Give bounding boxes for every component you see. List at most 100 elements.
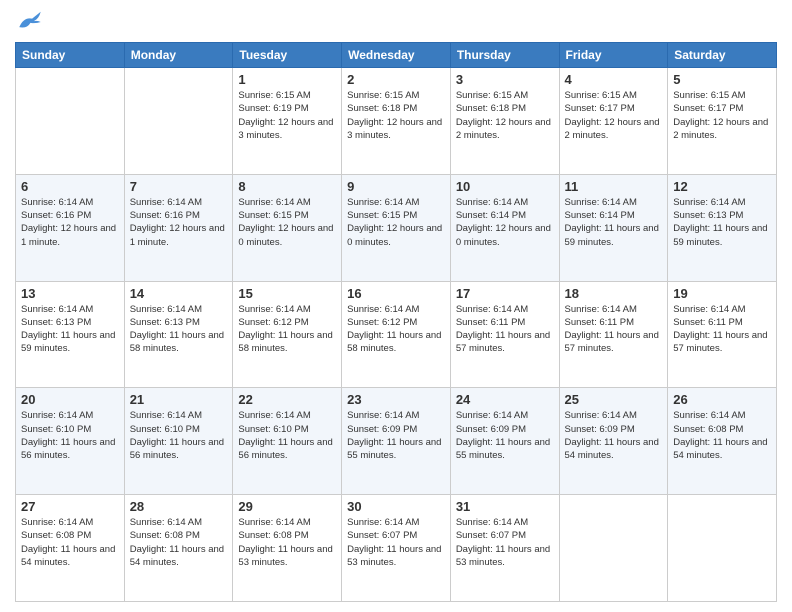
day-number: 14	[130, 286, 228, 301]
day-number: 30	[347, 499, 445, 514]
day-info: Sunrise: 6:14 AMSunset: 6:14 PMDaylight:…	[565, 196, 663, 249]
day-info: Sunrise: 6:14 AMSunset: 6:15 PMDaylight:…	[347, 196, 445, 249]
day-cell: 3 Sunrise: 6:15 AMSunset: 6:18 PMDaylight…	[450, 68, 559, 175]
day-cell: 27 Sunrise: 6:14 AMSunset: 6:08 PMDayligh…	[16, 495, 125, 602]
day-number: 26	[673, 392, 771, 407]
day-number: 22	[238, 392, 336, 407]
day-cell: 31 Sunrise: 6:14 AMSunset: 6:07 PMDayligh…	[450, 495, 559, 602]
day-number: 24	[456, 392, 554, 407]
day-number: 15	[238, 286, 336, 301]
day-cell: 15 Sunrise: 6:14 AMSunset: 6:12 PMDayligh…	[233, 281, 342, 388]
weekday-header-thursday: Thursday	[450, 43, 559, 68]
day-cell: 30Sunrise: 6:14 AMSunset: 6:07 PMDayligh…	[342, 495, 451, 602]
day-number: 10	[456, 179, 554, 194]
day-number: 9	[347, 179, 445, 194]
day-info: Sunrise: 6:14 AMSunset: 6:08 PMDaylight:…	[238, 516, 336, 569]
day-number: 19	[673, 286, 771, 301]
day-info: Sunrise: 6:14 AMSunset: 6:11 PMDaylight:…	[673, 303, 771, 356]
day-info: Sunrise: 6:14 AMSunset: 6:09 PMDaylight:…	[347, 409, 445, 462]
day-cell: 4 Sunrise: 6:15 AMSunset: 6:17 PMDaylight…	[559, 68, 668, 175]
page: SundayMondayTuesdayWednesdayThursdayFrid…	[0, 0, 792, 612]
day-cell: 7 Sunrise: 6:14 AMSunset: 6:16 PMDaylight…	[124, 174, 233, 281]
day-number: 13	[21, 286, 119, 301]
day-info: Sunrise: 6:14 AMSunset: 6:08 PMDaylight:…	[21, 516, 119, 569]
day-number: 7	[130, 179, 228, 194]
week-row-2: 6 Sunrise: 6:14 AMSunset: 6:16 PMDaylight…	[16, 174, 777, 281]
day-info: Sunrise: 6:14 AMSunset: 6:10 PMDaylight:…	[21, 409, 119, 462]
logo	[15, 10, 49, 34]
day-number: 6	[21, 179, 119, 194]
day-number: 2	[347, 72, 445, 87]
day-info: Sunrise: 6:15 AMSunset: 6:18 PMDaylight:…	[347, 89, 445, 142]
day-info: Sunrise: 6:15 AMSunset: 6:19 PMDaylight:…	[238, 89, 336, 142]
day-cell: 19 Sunrise: 6:14 AMSunset: 6:11 PMDayligh…	[668, 281, 777, 388]
day-number: 18	[565, 286, 663, 301]
day-cell: 8Sunrise: 6:14 AMSunset: 6:15 PMDaylight…	[233, 174, 342, 281]
day-info: Sunrise: 6:14 AMSunset: 6:07 PMDaylight:…	[456, 516, 554, 569]
day-cell: 18 Sunrise: 6:14 AMSunset: 6:11 PMDayligh…	[559, 281, 668, 388]
weekday-header-monday: Monday	[124, 43, 233, 68]
weekday-header-saturday: Saturday	[668, 43, 777, 68]
day-cell	[559, 495, 668, 602]
day-cell: 28 Sunrise: 6:14 AMSunset: 6:08 PMDayligh…	[124, 495, 233, 602]
week-row-5: 27 Sunrise: 6:14 AMSunset: 6:08 PMDayligh…	[16, 495, 777, 602]
week-row-3: 13 Sunrise: 6:14 AMSunset: 6:13 PMDayligh…	[16, 281, 777, 388]
day-info: Sunrise: 6:14 AMSunset: 6:13 PMDaylight:…	[21, 303, 119, 356]
day-info: Sunrise: 6:14 AMSunset: 6:16 PMDaylight:…	[21, 196, 119, 249]
day-number: 25	[565, 392, 663, 407]
day-cell: 16Sunrise: 6:14 AMSunset: 6:12 PMDayligh…	[342, 281, 451, 388]
day-cell: 22 Sunrise: 6:14 AMSunset: 6:10 PMDayligh…	[233, 388, 342, 495]
day-number: 28	[130, 499, 228, 514]
day-number: 5	[673, 72, 771, 87]
day-info: Sunrise: 6:14 AMSunset: 6:11 PMDaylight:…	[565, 303, 663, 356]
weekday-header-friday: Friday	[559, 43, 668, 68]
day-cell: 24 Sunrise: 6:14 AMSunset: 6:09 PMDayligh…	[450, 388, 559, 495]
day-info: Sunrise: 6:14 AMSunset: 6:13 PMDaylight:…	[673, 196, 771, 249]
day-number: 27	[21, 499, 119, 514]
day-info: Sunrise: 6:14 AMSunset: 6:08 PMDaylight:…	[673, 409, 771, 462]
day-cell: 23 Sunrise: 6:14 AMSunset: 6:09 PMDayligh…	[342, 388, 451, 495]
weekday-header-tuesday: Tuesday	[233, 43, 342, 68]
day-number: 11	[565, 179, 663, 194]
day-cell	[16, 68, 125, 175]
day-number: 17	[456, 286, 554, 301]
day-number: 4	[565, 72, 663, 87]
day-info: Sunrise: 6:14 AMSunset: 6:14 PMDaylight:…	[456, 196, 554, 249]
week-row-1: 1 Sunrise: 6:15 AMSunset: 6:19 PMDaylight…	[16, 68, 777, 175]
day-number: 3	[456, 72, 554, 87]
day-info: Sunrise: 6:14 AMSunset: 6:12 PMDaylight:…	[238, 303, 336, 356]
day-cell: 11 Sunrise: 6:14 AMSunset: 6:14 PMDayligh…	[559, 174, 668, 281]
calendar-table: SundayMondayTuesdayWednesdayThursdayFrid…	[15, 42, 777, 602]
weekday-header-row: SundayMondayTuesdayWednesdayThursdayFrid…	[16, 43, 777, 68]
day-info: Sunrise: 6:14 AMSunset: 6:15 PMDaylight:…	[238, 196, 336, 249]
day-info: Sunrise: 6:14 AMSunset: 6:16 PMDaylight:…	[130, 196, 228, 249]
day-cell	[124, 68, 233, 175]
day-info: Sunrise: 6:14 AMSunset: 6:09 PMDaylight:…	[456, 409, 554, 462]
day-cell: 12 Sunrise: 6:14 AMSunset: 6:13 PMDayligh…	[668, 174, 777, 281]
day-info: Sunrise: 6:14 AMSunset: 6:08 PMDaylight:…	[130, 516, 228, 569]
day-cell: 10 Sunrise: 6:14 AMSunset: 6:14 PMDayligh…	[450, 174, 559, 281]
day-cell: 21 Sunrise: 6:14 AMSunset: 6:10 PMDayligh…	[124, 388, 233, 495]
day-number: 20	[21, 392, 119, 407]
day-cell: 2 Sunrise: 6:15 AMSunset: 6:18 PMDaylight…	[342, 68, 451, 175]
day-cell: 14Sunrise: 6:14 AMSunset: 6:13 PMDayligh…	[124, 281, 233, 388]
weekday-header-wednesday: Wednesday	[342, 43, 451, 68]
day-number: 29	[238, 499, 336, 514]
day-info: Sunrise: 6:15 AMSunset: 6:18 PMDaylight:…	[456, 89, 554, 142]
day-number: 1	[238, 72, 336, 87]
day-info: Sunrise: 6:14 AMSunset: 6:09 PMDaylight:…	[565, 409, 663, 462]
day-cell: 17 Sunrise: 6:14 AMSunset: 6:11 PMDayligh…	[450, 281, 559, 388]
day-cell: 25 Sunrise: 6:14 AMSunset: 6:09 PMDayligh…	[559, 388, 668, 495]
day-number: 21	[130, 392, 228, 407]
weekday-header-sunday: Sunday	[16, 43, 125, 68]
day-info: Sunrise: 6:14 AMSunset: 6:12 PMDaylight:…	[347, 303, 445, 356]
day-number: 12	[673, 179, 771, 194]
day-info: Sunrise: 6:14 AMSunset: 6:10 PMDaylight:…	[130, 409, 228, 462]
day-cell: 20 Sunrise: 6:14 AMSunset: 6:10 PMDayligh…	[16, 388, 125, 495]
day-info: Sunrise: 6:15 AMSunset: 6:17 PMDaylight:…	[565, 89, 663, 142]
day-number: 23	[347, 392, 445, 407]
day-number: 31	[456, 499, 554, 514]
day-info: Sunrise: 6:14 AMSunset: 6:11 PMDaylight:…	[456, 303, 554, 356]
day-cell: 1 Sunrise: 6:15 AMSunset: 6:19 PMDaylight…	[233, 68, 342, 175]
day-info: Sunrise: 6:14 AMSunset: 6:10 PMDaylight:…	[238, 409, 336, 462]
